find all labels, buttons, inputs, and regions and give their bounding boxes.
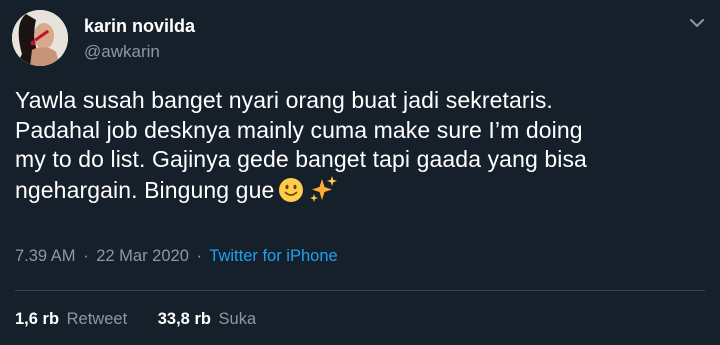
tweet-line: Padahal job desknya mainly cuma make sur… <box>15 116 583 143</box>
avatar-image <box>12 10 68 66</box>
divider <box>15 290 705 291</box>
tweet-line: my to do list. Gajinya gede banget tapi … <box>15 146 587 172</box>
tweet-source-link[interactable]: Twitter for iPhone <box>209 247 337 265</box>
retweets-count: 1,6 rb <box>15 310 60 328</box>
likes-label: Suka <box>218 310 257 328</box>
retweets-label: Retweet <box>66 310 128 328</box>
meta-separator: · <box>83 247 89 265</box>
tweet-meta: 7.39 AM · 22 Mar 2020 · Twitter for iPho… <box>15 247 338 266</box>
likes-stat[interactable]: 33,8 rb Suka <box>158 310 256 329</box>
tweet-card: karin novilda @awkarin Yawla susah bange… <box>0 0 720 345</box>
tweet-stats: 1,6 rb Retweet 33,8 rb Suka <box>15 310 282 329</box>
chevron-down-icon[interactable] <box>686 12 708 34</box>
tweet-text: Yawla susah banget nyari orang buat jadi… <box>15 86 705 210</box>
sparkles-icon <box>308 175 338 211</box>
slightly-smiling-face-icon <box>278 177 304 211</box>
tweet-line-text: ngehargain. Bingung gue <box>15 176 275 203</box>
tweet-date[interactable]: 22 Mar 2020 <box>96 247 189 265</box>
avatar[interactable] <box>12 10 68 66</box>
tweet-time[interactable]: 7.39 AM <box>15 247 76 265</box>
user-handle[interactable]: @awkarin <box>84 42 160 62</box>
user-display-name[interactable]: karin novilda <box>84 16 195 37</box>
tweet-line: Yawla susah banget nyari orang buat jadi… <box>15 87 553 113</box>
likes-count: 33,8 rb <box>157 310 211 328</box>
meta-separator: · <box>196 247 202 265</box>
retweets-stat[interactable]: 1,6 rb Retweet <box>15 310 127 329</box>
tweet-line-last: ngehargain. Bingung gue <box>15 175 705 211</box>
